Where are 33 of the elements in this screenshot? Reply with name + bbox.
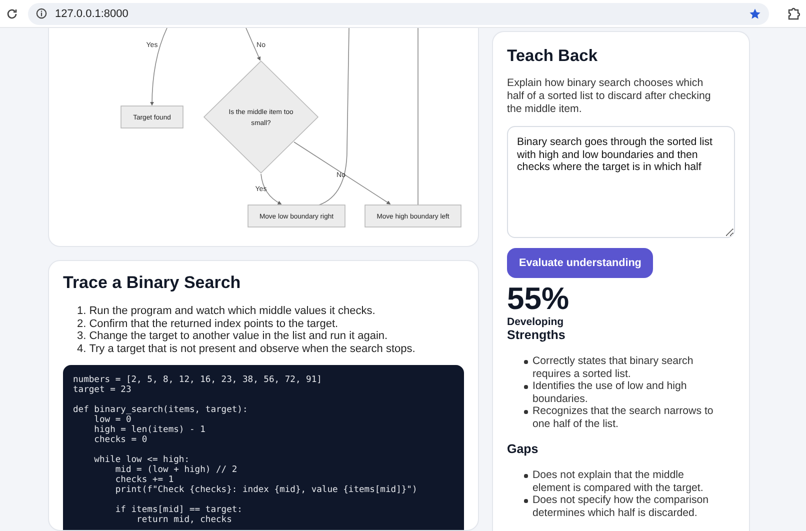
subsection-title: Strengths [507,328,566,342]
step-text: Try a target that is not present and observe when the search stops. [89,342,416,355]
bullet-icon [524,410,528,414]
score-value: 55% [507,284,570,314]
star-icon[interactable] [749,8,761,20]
feedback-item: Does not explain that the middle element is compared with the target. [532,469,704,494]
bullet-icon [524,499,528,502]
step-number: 1. [77,305,86,318]
step-text: Change the target to another value in the list and run it again. [89,330,388,342]
rating-label: Developing [507,316,565,328]
step-text: Run the program and watch which middle values it checks. [89,305,376,318]
step-text: Confirm that the returned index points to the target. [89,318,338,330]
puzzle-icon[interactable] [787,7,800,20]
feedback-item: Recognizes that the search narrows to one half of the list. [532,405,714,430]
bullet-icon [524,360,528,364]
evaluate-button[interactable]: Evaluate understanding [507,248,654,278]
info-icon[interactable] [36,8,47,19]
bullet-icon [524,385,528,388]
answer-box[interactable]: Binary search goes through the sorted list with high and low boundaries and then checks where the target is in which half [507,126,735,238]
bullet-icon [524,474,528,478]
step-number: 4. [77,342,86,355]
address-bar[interactable]: 127.0.0.1:8000 [28,2,769,24]
reload-icon[interactable] [6,8,18,20]
feedback-item: Does not specify how the comparison determines which half is discarded. [532,494,710,519]
subsection-title: Gaps [507,442,540,456]
feedback-item: Correctly states that binary search requires a sorted list. [532,355,694,380]
section-title: Trace a Binary Search [63,273,242,293]
section-title: Teach Back [507,47,598,66]
prompt-text: Explain how binary search chooses which half of a sorted list to discard after checking the middle item. [507,77,712,116]
feedback-item: Identifies the use of low and high boundaries. [532,380,688,405]
step-number: 3. [77,330,86,342]
step-number: 2. [77,318,86,330]
code-block: numbers = [2, 5, 8, 12, 16, 23, 38, 56, 72, 91] target = 23 def binary_search(items, target): low = 0 high = len(items) - 1 checks = 0 while low <= high: mid = (low + high) // 2 checks += 1 print(f"Check {checks}: index {mid}, value {items[mid]}") if items[mid] == target: return mid, checks [63,365,464,530]
